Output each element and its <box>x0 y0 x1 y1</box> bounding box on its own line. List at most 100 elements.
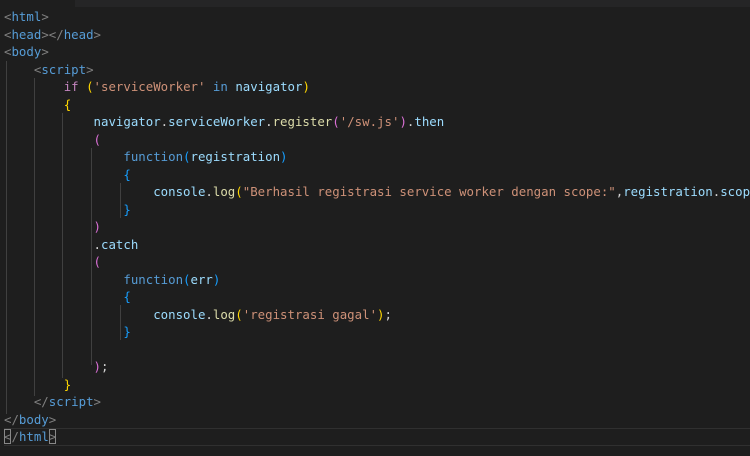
code-line[interactable]: ) <box>4 218 750 236</box>
code-token: 'serviceWorker' <box>93 79 206 94</box>
code-line[interactable]: function(registration) <box>4 148 750 166</box>
code-token: } <box>123 201 131 217</box>
code-token: navigator <box>93 114 161 129</box>
code-line[interactable]: console.log("Berhasil registrasi service… <box>4 183 750 201</box>
code-token: ( <box>93 131 101 147</box>
code-token: } <box>123 324 131 339</box>
code-line[interactable]: </script> <box>4 393 750 411</box>
code-line[interactable]: } <box>4 323 750 341</box>
code-token: err <box>190 271 213 287</box>
code-line[interactable]: ( <box>4 131 750 149</box>
code-token: navigator <box>235 79 303 94</box>
code-token: . <box>93 236 101 252</box>
code-token: '/sw.js' <box>339 114 400 129</box>
code-line[interactable]: </html> <box>4 428 750 446</box>
code-token: head <box>11 26 42 42</box>
code-token: { <box>63 96 72 112</box>
code-token: ) <box>212 271 221 287</box>
code-token: function <box>123 271 184 287</box>
code-line[interactable]: ); <box>4 358 750 376</box>
code-token: ></ <box>41 26 64 42</box>
code-token: ( <box>332 114 340 129</box>
code-token: log <box>212 184 236 199</box>
code-token: log <box>212 306 236 322</box>
code-token: { <box>123 166 131 182</box>
code-editor[interactable]: <html> <head></head> <body> <script> if ('… <box>0 0 750 456</box>
code-line[interactable]: { <box>4 166 750 184</box>
code-token: html <box>18 429 49 444</box>
code-line[interactable]: .catch <box>4 236 750 254</box>
code-line[interactable]: <script> <box>4 61 750 79</box>
code-token: </ <box>4 411 19 427</box>
code-token: ( <box>235 184 243 199</box>
code-token: catch <box>101 236 139 252</box>
code-line[interactable]: function(err) <box>4 271 750 289</box>
code-token: registration <box>190 149 281 164</box>
code-token: body <box>11 44 42 59</box>
code-token: . <box>265 114 273 129</box>
code-token: </ <box>33 394 49 409</box>
code-token: / <box>11 429 19 444</box>
code-token: ; <box>101 359 109 374</box>
code-line[interactable]: <head></head> <box>4 26 750 44</box>
code-token: console <box>153 306 206 322</box>
code-token: "Berhasil registrasi service worker deng… <box>242 184 616 199</box>
code-line[interactable] <box>4 341 750 359</box>
code-token: serviceWorker <box>168 114 266 129</box>
code-token: . <box>205 306 213 322</box>
code-token: ( <box>183 149 191 164</box>
code-token: script <box>48 394 94 409</box>
code-line[interactable]: ( <box>4 253 750 271</box>
code-line[interactable]: console.log('registrasi gagal'); <box>4 306 750 324</box>
code-token: > <box>48 429 57 444</box>
editor-top-bar <box>75 0 750 7</box>
code-line[interactable]: </body> <box>4 411 750 429</box>
code-token: function <box>123 149 184 164</box>
code-token: > <box>41 44 49 59</box>
code-line[interactable]: { <box>4 288 750 306</box>
code-line[interactable]: { <box>4 96 750 114</box>
code-token: then <box>414 114 445 129</box>
code-token: ) <box>93 359 101 374</box>
code-line[interactable]: <body> <box>4 43 750 61</box>
code-token: console <box>153 184 206 199</box>
code-line[interactable]: <html> <box>4 8 750 26</box>
code-token: head <box>63 26 94 42</box>
code-token: { <box>123 289 131 304</box>
code-area[interactable]: <html> <head></head> <body> <script> if ('… <box>4 8 750 446</box>
code-token: html <box>11 9 42 24</box>
code-line[interactable]: if ('serviceWorker' in navigator) <box>4 78 750 96</box>
code-token: ; <box>384 306 392 322</box>
code-line[interactable]: } <box>4 201 750 219</box>
code-token: ) <box>280 149 288 164</box>
code-token: script <box>41 61 87 77</box>
code-token: . <box>205 184 213 199</box>
code-token: > <box>93 26 102 42</box>
code-line[interactable]: navigator.serviceWorker.register('/sw.js… <box>4 113 750 131</box>
code-token: ) <box>93 219 101 234</box>
code-token: if <box>63 79 79 94</box>
code-token: ) <box>377 306 385 322</box>
code-token: body <box>18 411 49 427</box>
code-token: > <box>86 61 94 77</box>
code-token: > <box>41 9 49 24</box>
code-token: > <box>93 394 101 409</box>
code-token: > <box>48 411 57 427</box>
code-line[interactable]: } <box>4 376 750 394</box>
code-token: scope <box>720 184 750 199</box>
